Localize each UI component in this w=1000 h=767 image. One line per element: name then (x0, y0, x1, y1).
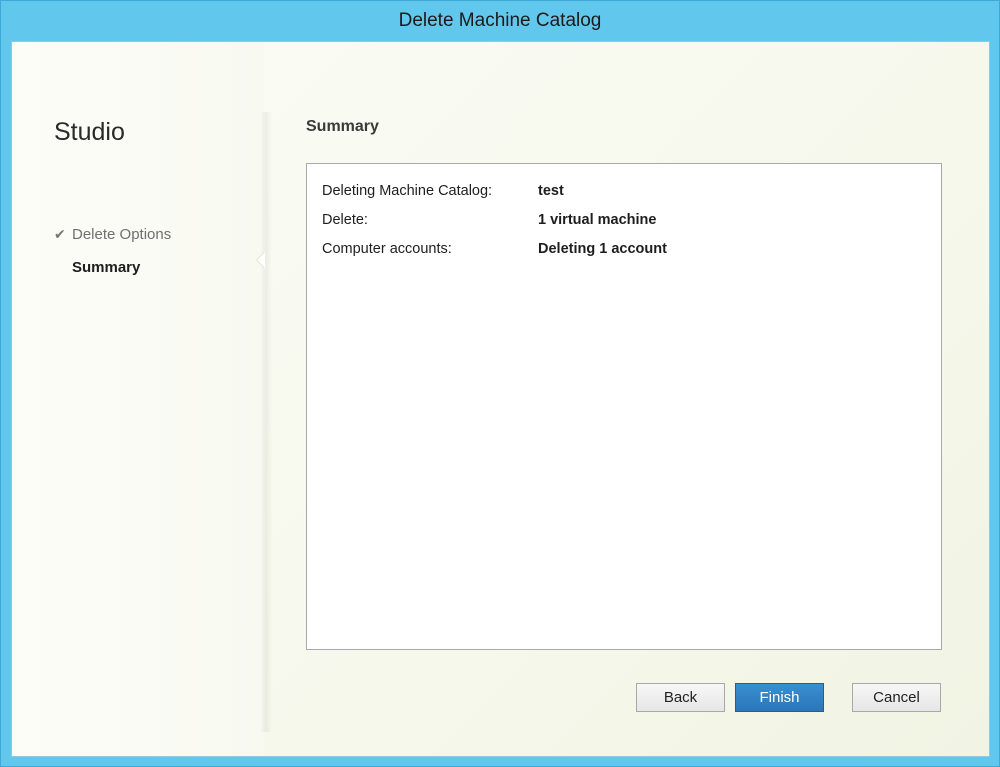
sidebar-divider (260, 112, 272, 732)
dialog-client-area: Studio ✔ Delete Options Summary Summary … (11, 41, 990, 757)
dialog-window: Delete Machine Catalog Studio ✔ Delete O… (0, 0, 1000, 767)
summary-value: Deleting 1 account (538, 241, 667, 257)
window-title-bar[interactable]: Delete Machine Catalog (1, 1, 999, 41)
finish-button[interactable]: Finish (735, 683, 824, 712)
summary-key: Computer accounts: (322, 241, 452, 257)
back-button[interactable]: Back (636, 683, 725, 712)
wizard-sidebar: Studio ✔ Delete Options Summary (12, 42, 264, 756)
step-delete-options[interactable]: ✔ Delete Options (54, 218, 171, 251)
step-summary[interactable]: Summary (54, 251, 171, 284)
summary-panel: Deleting Machine Catalog: test Delete: 1… (306, 163, 942, 650)
page-title: Summary (306, 118, 379, 135)
summary-value: 1 virtual machine (538, 212, 657, 228)
cancel-button[interactable]: Cancel (852, 683, 941, 712)
step-label: Summary (72, 259, 141, 276)
summary-key: Delete: (322, 212, 368, 228)
summary-value: test (538, 183, 564, 199)
step-label: Delete Options (72, 226, 172, 243)
wizard-steps: ✔ Delete Options Summary (54, 218, 171, 284)
summary-key: Deleting Machine Catalog: (322, 183, 493, 199)
window-title: Delete Machine Catalog (398, 10, 602, 31)
sidebar-title: Studio (54, 118, 125, 146)
active-step-pointer (257, 252, 265, 268)
checkmark-icon: ✔ (54, 226, 66, 242)
